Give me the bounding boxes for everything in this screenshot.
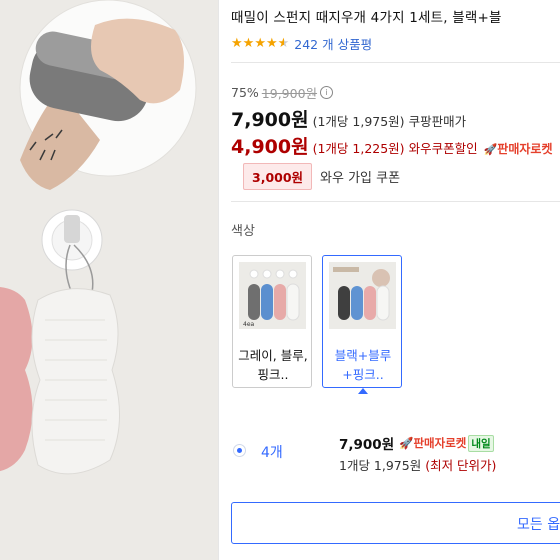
option-card-black[interactable]: 블랙+블루+핑크.. bbox=[322, 255, 402, 388]
member-coupon-amount: 3,000원 bbox=[243, 163, 313, 190]
price-row: 7,900원 (1개당 1,975원) 쿠팡판매가 bbox=[231, 105, 466, 132]
product-title: 때밀이 스펀지 때지우개 4가지 1세트, 블랙+블 bbox=[231, 10, 502, 26]
star-icon: ★ bbox=[265, 35, 278, 51]
product-photo bbox=[0, 0, 218, 560]
original-price: 19,900원 bbox=[261, 86, 318, 101]
rating-row[interactable]: ★ ★ ★ ★ ★ 242 개 상품평 bbox=[231, 34, 372, 52]
option-thumbnail bbox=[329, 262, 396, 329]
divider bbox=[231, 62, 560, 63]
option-label: 색상 bbox=[231, 224, 255, 239]
coupon-price: 4,900원 bbox=[231, 136, 309, 158]
option-name: 블랙+블루+핑크.. bbox=[334, 348, 392, 382]
half-star-icon: ★ bbox=[277, 35, 290, 51]
coupon-price-row: 4,900원 (1개당 1,225원) 와우쿠폰할인 🚀판매자로켓 bbox=[231, 132, 552, 159]
selected-caret-icon bbox=[358, 388, 368, 394]
option-card-gray[interactable]: 4ea 그레이, 블루, 핑크.. bbox=[232, 255, 312, 388]
review-count-link[interactable]: 242 개 상품평 bbox=[294, 34, 372, 53]
option-thumbnail: 4ea bbox=[239, 262, 306, 329]
product-image bbox=[0, 0, 218, 560]
sale-price: 7,900원 bbox=[231, 109, 309, 131]
star-icon: ★ bbox=[231, 35, 243, 51]
member-coupon-row: 3,000원 와우 가입 쿠폰 bbox=[243, 163, 400, 190]
coupon-label: 와우쿠폰할인 bbox=[408, 141, 478, 156]
star-icon: ★ bbox=[242, 35, 255, 51]
star-icon: ★ bbox=[254, 35, 266, 51]
divider bbox=[231, 201, 560, 202]
info-icon[interactable]: i bbox=[320, 86, 334, 99]
option-name: 그레이, 블루, 핑크.. bbox=[238, 348, 308, 382]
star-rating: ★ ★ ★ ★ ★ bbox=[231, 37, 289, 50]
thumb-tag: 4ea bbox=[243, 321, 255, 328]
rocket-icon: 🚀 bbox=[483, 143, 498, 156]
member-coupon-text: 와우 가입 쿠폰 bbox=[320, 171, 401, 186]
unit-price: (1개당 1,975원) bbox=[312, 114, 405, 129]
discount-row: 75% 19,900원 i bbox=[231, 83, 334, 102]
coupon-unit-price: (1개당 1,225원) bbox=[312, 141, 405, 156]
seller-rocket-badge: 🚀판매자로켓 bbox=[483, 142, 553, 156]
discount-rate: 75% bbox=[231, 85, 259, 100]
image-divider bbox=[218, 0, 219, 560]
price-label: 쿠팡판매가 bbox=[408, 114, 467, 129]
product-info: 때밀이 스펀지 때지우개 4가지 1세트, 블랙+블 ★ ★ ★ ★ ★ 242… bbox=[231, 0, 560, 560]
